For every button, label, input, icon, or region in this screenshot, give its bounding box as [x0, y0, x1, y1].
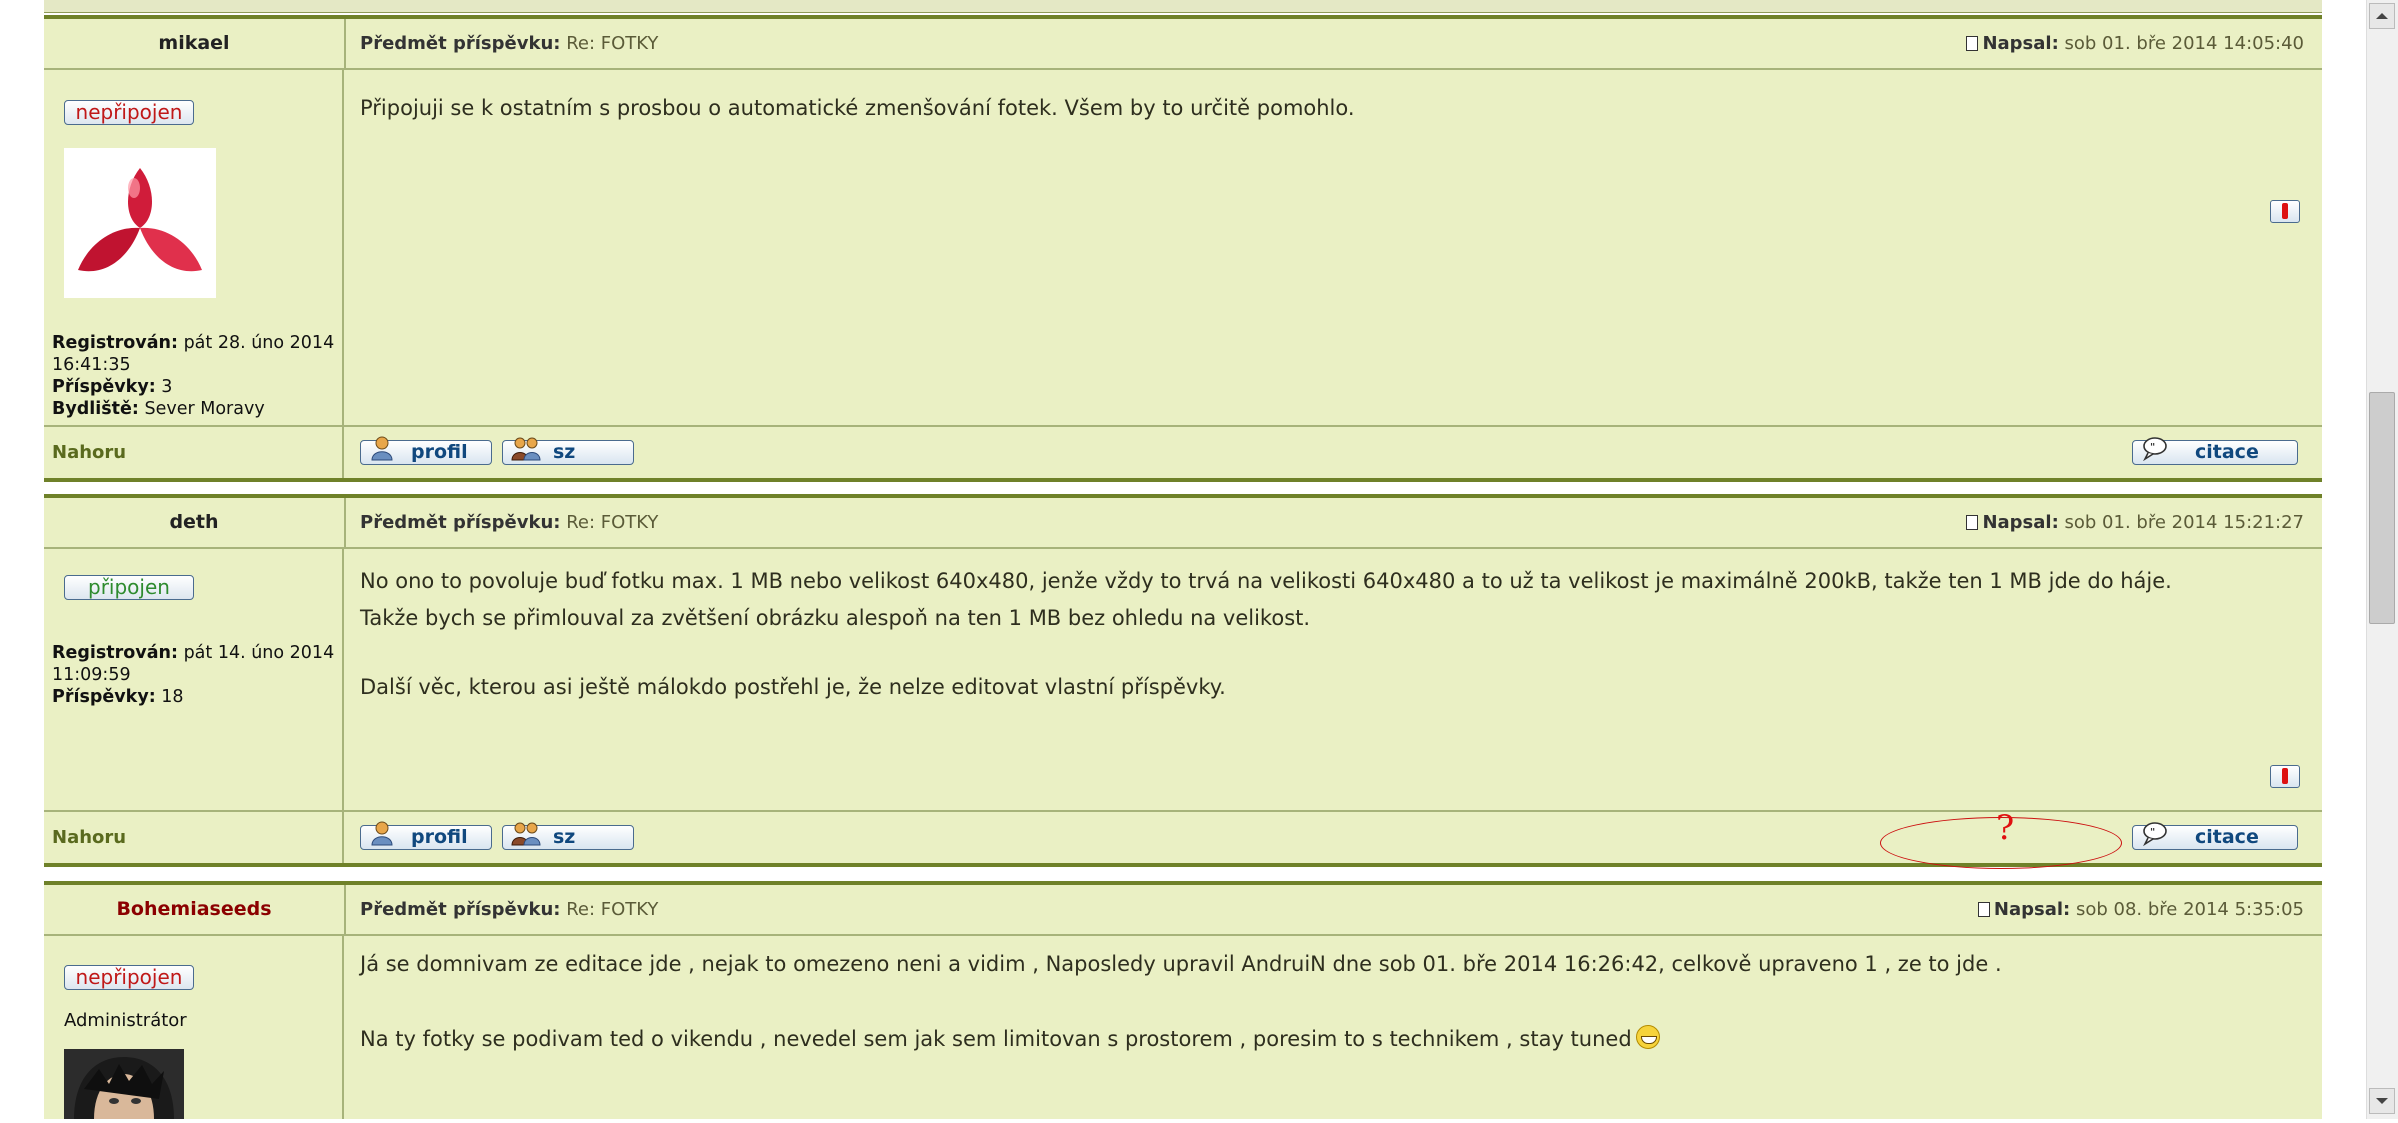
- user-role: Administrátor: [64, 1010, 187, 1031]
- location-value: Sever Moravy: [144, 399, 265, 419]
- back-to-top-link[interactable]: Nahoru: [52, 812, 342, 863]
- post-footer: Nahoru profil sz " citace: [44, 427, 2322, 482]
- footer-divider: [342, 812, 344, 863]
- post-date: Napsal: sob 01. bře 2014 14:05:40: [1966, 19, 2304, 68]
- private-message-button[interactable]: sz: [502, 822, 634, 850]
- subject-value: Re: FOTKY: [566, 899, 659, 920]
- report-button[interactable]: [2270, 200, 2300, 223]
- users-icon: [511, 822, 541, 846]
- post-paragraph: Další věc, kterou asi ještě málokdo post…: [360, 675, 1226, 699]
- post-author[interactable]: mikael: [44, 19, 346, 68]
- quote-button[interactable]: " citace: [2132, 437, 2298, 465]
- post-subject: Předmět příspěvku: Re: FOTKY: [360, 19, 658, 68]
- svg-text:": ": [2150, 827, 2155, 838]
- posts-count: 3: [161, 377, 173, 397]
- svg-text:": ": [2150, 442, 2155, 453]
- post-link-icon[interactable]: [1977, 902, 1990, 917]
- registered-label: Registrován:: [52, 333, 178, 353]
- post-header: deth Předmět příspěvku: Re: FOTKY Napsal…: [44, 494, 2322, 549]
- post-text: Připojuji se k ostatním s prosbou o auto…: [360, 90, 2280, 127]
- pm-label: sz: [553, 826, 576, 848]
- status-badge: nepřipojen: [64, 100, 194, 125]
- post-profile-side: nepřipojen Registrován: pát 28. úno 2014…: [44, 70, 344, 425]
- status-badge: nepřipojen: [64, 965, 194, 990]
- post-body: nepřipojen Administrátor Já se domnivam …: [44, 936, 2322, 1119]
- post-author[interactable]: deth: [44, 498, 346, 547]
- profile-label: profil: [411, 826, 468, 848]
- posted-label: Napsal:: [1982, 33, 2059, 54]
- chevron-down-icon: [2376, 1098, 2388, 1104]
- profile-button[interactable]: profil: [360, 821, 492, 850]
- footer-divider: [342, 427, 344, 478]
- post-link-icon[interactable]: [1966, 36, 1979, 51]
- post-date: Napsal: sob 01. bře 2014 15:21:27: [1966, 498, 2304, 547]
- scroll-up-button[interactable]: [2369, 3, 2395, 29]
- post-paragraph: No ono to povoluje buď fotku max. 1 MB n…: [360, 569, 2172, 593]
- posted-value: sob 01. bře 2014 14:05:40: [2064, 33, 2304, 54]
- post-body: připojen Registrován: pát 14. úno 2014 1…: [44, 549, 2322, 812]
- quote-button[interactable]: " citace: [2132, 822, 2298, 850]
- post-text: Já se domnivam ze editace jde , nejak to…: [360, 946, 2280, 1058]
- posted-label: Napsal:: [1993, 899, 2071, 920]
- status-badge: připojen: [64, 575, 194, 600]
- user-info: Registrován: pát 28. úno 2014 16:41:35 P…: [52, 332, 342, 420]
- subject-label: Předmět příspěvku:: [360, 33, 561, 54]
- users-icon: [511, 437, 541, 461]
- subject-value: Re: FOTKY: [566, 33, 659, 54]
- private-message-button[interactable]: sz: [502, 437, 634, 465]
- posted-value: sob 08. bře 2014 5:35:05: [2075, 899, 2304, 920]
- posted-value: sob 01. bře 2014 15:21:27: [2064, 512, 2304, 533]
- profile-button[interactable]: profil: [360, 436, 492, 465]
- post-header: Bohemiaseeds Předmět příspěvku: Re: FOTK…: [44, 881, 2322, 936]
- location-label: Bydliště:: [52, 399, 139, 419]
- back-to-top-link[interactable]: Nahoru: [52, 427, 342, 478]
- posted-label: Napsal:: [1982, 512, 2059, 533]
- posts-label: Příspěvky:: [52, 377, 156, 397]
- post-paragraph: Na ty fotky se podivam ted o vikendu , n…: [360, 1027, 1632, 1051]
- exclamation-icon: [2282, 768, 2288, 784]
- posts-count: 18: [161, 687, 184, 707]
- scroll-down-button[interactable]: [2369, 1088, 2395, 1114]
- post-profile-side: připojen Registrován: pát 14. úno 2014 1…: [44, 549, 344, 810]
- quote-label: citace: [2195, 826, 2259, 848]
- subject-label: Předmět příspěvku:: [360, 899, 561, 920]
- pm-label: sz: [553, 441, 576, 463]
- post-subject: Předmět příspěvku: Re: FOTKY: [360, 498, 658, 547]
- post-subject: Předmět příspěvku: Re: FOTKY: [360, 885, 658, 934]
- chevron-up-icon: [2376, 13, 2388, 19]
- post-header: mikael Předmět příspěvku: Re: FOTKY Naps…: [44, 15, 2322, 70]
- post-paragraph: Takže bych se přimlouval za zvětšení obr…: [360, 606, 1311, 630]
- subject-label: Předmět příspěvku:: [360, 512, 561, 533]
- post-author[interactable]: Bohemiaseeds: [44, 885, 346, 934]
- quote-bubble-icon: ": [2143, 822, 2167, 846]
- post-date: Napsal: sob 08. bře 2014 5:35:05: [1977, 885, 2304, 934]
- top-border: [44, 0, 2322, 13]
- user-icon: [371, 436, 393, 461]
- laughing-smiley-icon: [1635, 1025, 1660, 1049]
- post-paragraph: Já se domnivam ze editace jde , nejak to…: [360, 952, 2002, 976]
- quote-label: citace: [2195, 441, 2259, 463]
- post-body: nepřipojen Registrován: pát 28. úno 2014…: [44, 70, 2322, 427]
- user-info: Registrován: pát 14. úno 2014 11:09:59 P…: [52, 642, 342, 708]
- post-profile-side: nepřipojen Administrátor: [44, 936, 344, 1119]
- avatar: [64, 1049, 184, 1119]
- report-button[interactable]: [2270, 765, 2300, 788]
- post-paragraph: Připojuji se k ostatním s prosbou o auto…: [360, 96, 1355, 120]
- profile-label: profil: [411, 441, 468, 463]
- scrollbar-thumb[interactable]: [2369, 392, 2395, 624]
- post-text: No ono to povoluje buď fotku max. 1 MB n…: [360, 563, 2280, 706]
- annotation-question-mark: ?: [1996, 808, 2015, 848]
- quote-bubble-icon: ": [2143, 437, 2167, 461]
- subject-value: Re: FOTKY: [566, 512, 659, 533]
- avatar: [64, 148, 216, 298]
- posts-label: Příspěvky:: [52, 687, 156, 707]
- user-icon: [371, 821, 393, 846]
- exclamation-icon: [2282, 203, 2288, 219]
- registered-label: Registrován:: [52, 643, 178, 663]
- post-link-icon[interactable]: [1966, 515, 1979, 530]
